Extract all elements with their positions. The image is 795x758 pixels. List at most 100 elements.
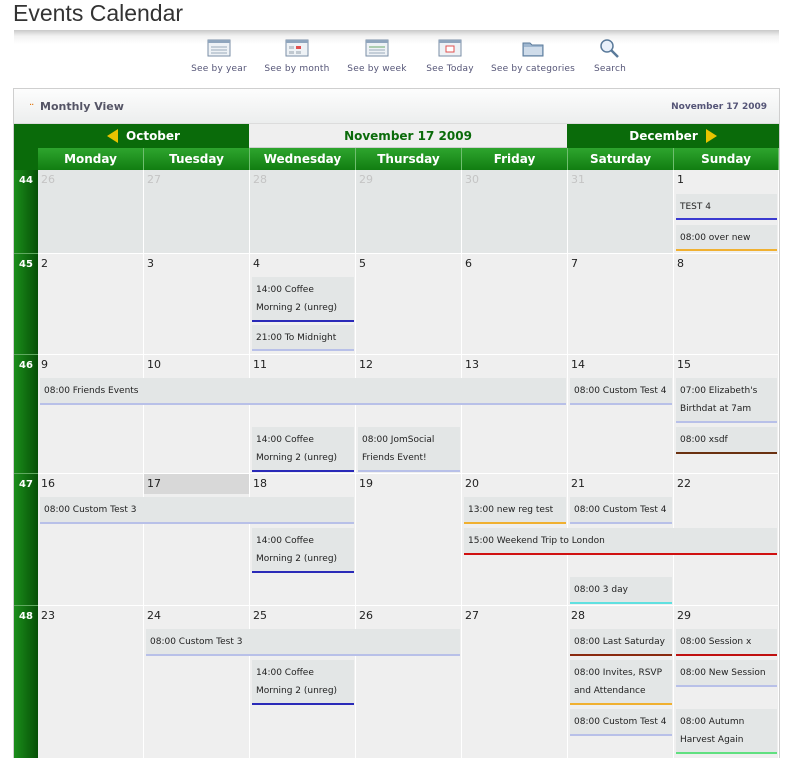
day-number[interactable]: 5 bbox=[359, 257, 366, 270]
calendar-event[interactable]: 08:00 over new year bbox=[676, 225, 777, 251]
day-number[interactable]: 24 bbox=[147, 609, 161, 622]
day-number[interactable]: 13 bbox=[465, 358, 479, 371]
day-number[interactable]: 10 bbox=[147, 358, 161, 371]
day-number[interactable]: 28 bbox=[253, 173, 267, 186]
see-today-button[interactable]: See Today bbox=[405, 38, 495, 74]
day-number[interactable]: 29 bbox=[677, 609, 691, 622]
day-number[interactable]: 16 bbox=[41, 477, 55, 490]
weekday-saturday: Saturday bbox=[568, 148, 674, 170]
day-cell[interactable]: 5 bbox=[356, 254, 462, 355]
see-by-year-button[interactable]: See by year bbox=[174, 38, 264, 74]
calendar-event[interactable]: 08:00 Custom Test 4 bbox=[570, 709, 672, 736]
calendar-event[interactable]: TEST 4 bbox=[676, 194, 777, 220]
search-button[interactable]: Search bbox=[565, 38, 655, 74]
calendar-event[interactable]: 14:00 Coffee Morning 2 (unreg) bbox=[252, 660, 354, 705]
day-number[interactable]: 15 bbox=[677, 358, 691, 371]
week-number[interactable]: 48 bbox=[14, 606, 38, 758]
day-cell[interactable]: 28 bbox=[250, 170, 356, 254]
calendar-event[interactable]: 08:00 Custom Test 4 bbox=[570, 378, 672, 405]
week-number[interactable]: 46 bbox=[14, 355, 38, 474]
day-number[interactable]: 29 bbox=[359, 173, 373, 186]
calendar-today-icon bbox=[438, 39, 462, 57]
day-number[interactable]: 22 bbox=[677, 477, 691, 490]
calendar-event[interactable]: 13:00 new reg test bbox=[464, 497, 566, 524]
week-number[interactable]: 44 bbox=[14, 170, 38, 254]
day-number[interactable]: 26 bbox=[359, 609, 373, 622]
calendar-event[interactable]: 14:00 Coffee Morning 2 (unreg) bbox=[252, 277, 354, 322]
day-cell[interactable]: 3 bbox=[144, 254, 250, 355]
day-number[interactable]: 12 bbox=[359, 358, 373, 371]
calendar-event[interactable]: 08:00 Invites, RSVP and Attendance bbox=[570, 660, 672, 705]
day-number[interactable]: 26 bbox=[41, 173, 55, 186]
day-number[interactable]: 6 bbox=[465, 257, 472, 270]
day-cell[interactable]: 8 bbox=[674, 254, 779, 355]
calendar-event[interactable]: 08:00 Session x bbox=[676, 629, 777, 656]
see-by-month-label: See by month bbox=[264, 64, 330, 74]
day-number[interactable]: 30 bbox=[465, 173, 479, 186]
day-cell[interactable]: 30 bbox=[462, 170, 568, 254]
day-cell[interactable]: 14 bbox=[568, 355, 674, 474]
week-number[interactable]: 47 bbox=[14, 474, 38, 606]
day-cell[interactable]: 6 bbox=[462, 254, 568, 355]
prev-month-label: October bbox=[126, 129, 180, 143]
day-number[interactable]: 3 bbox=[147, 257, 154, 270]
day-number[interactable]: 31 bbox=[571, 173, 585, 186]
day-cell[interactable]: 17 bbox=[144, 474, 250, 606]
arrow-left-icon bbox=[107, 129, 119, 143]
prev-month-link[interactable]: October bbox=[38, 124, 249, 148]
day-cell[interactable]: 9 bbox=[38, 355, 144, 474]
calendar-event[interactable]: 08:00 New Session 2 bbox=[676, 660, 777, 687]
day-cell[interactable]: 10 bbox=[144, 355, 250, 474]
calendar-event[interactable]: 08:00 Last Saturday bbox=[570, 629, 672, 656]
day-cell[interactable]: 23 bbox=[38, 606, 144, 758]
calendar-event[interactable]: 08:00 Custom Test 3 bbox=[146, 629, 460, 656]
see-today-label: See Today bbox=[426, 64, 474, 74]
day-number[interactable]: 27 bbox=[147, 173, 161, 186]
day-number[interactable]: 23 bbox=[41, 609, 55, 622]
monthly-view-date: November 17 2009 bbox=[671, 102, 767, 112]
day-number[interactable]: 8 bbox=[677, 257, 684, 270]
day-cell[interactable]: 27 bbox=[144, 170, 250, 254]
calendar-event[interactable]: 08:00 Custom Test 4 bbox=[570, 497, 672, 524]
calendar-event[interactable]: 14:00 Coffee Morning 2 (unreg) bbox=[252, 528, 354, 573]
day-number[interactable]: 20 bbox=[465, 477, 479, 490]
day-cell[interactable]: 27 bbox=[462, 606, 568, 758]
day-number[interactable]: 11 bbox=[253, 358, 267, 371]
calendar-event[interactable]: 08:00 Friends Events bbox=[40, 378, 566, 405]
day-cell[interactable]: 26 bbox=[38, 170, 144, 254]
calendar-event[interactable]: 07:00 Elizabeth's Birthdat at 7am bbox=[676, 378, 777, 423]
day-number[interactable]: 2 bbox=[41, 257, 48, 270]
day-cell[interactable]: 16 bbox=[38, 474, 144, 606]
calendar-event[interactable]: 08:00 Autumn Harvest Again bbox=[676, 709, 777, 754]
day-number[interactable]: 27 bbox=[465, 609, 479, 622]
day-number[interactable]: 14 bbox=[571, 358, 585, 371]
day-number[interactable]: 28 bbox=[571, 609, 585, 622]
calendar-event[interactable]: 21:00 To Midnight bbox=[252, 325, 354, 351]
calendar-event[interactable]: 14:00 Coffee Morning 2 (unreg) bbox=[252, 427, 354, 472]
calendar-event[interactable]: 08:00 JomSocial Friends Event! bbox=[358, 427, 460, 472]
day-number[interactable]: 1 bbox=[677, 173, 684, 186]
day-cell[interactable]: 13 bbox=[462, 355, 568, 474]
calendar-event[interactable]: 15:00 Weekend Trip to London bbox=[464, 528, 777, 555]
day-cell[interactable]: 7 bbox=[568, 254, 674, 355]
day-number[interactable]: 19 bbox=[359, 477, 373, 490]
week-number[interactable]: 45 bbox=[14, 254, 38, 355]
day-number[interactable]: 7 bbox=[571, 257, 578, 270]
day-number[interactable]: 25 bbox=[253, 609, 267, 622]
day-cell[interactable]: 31 bbox=[568, 170, 674, 254]
see-by-year-label: See by year bbox=[191, 64, 247, 74]
day-cell[interactable]: 29 bbox=[356, 170, 462, 254]
calendar-event[interactable]: 08:00 3 day bbox=[570, 577, 672, 604]
day-cell[interactable]: 2 bbox=[38, 254, 144, 355]
calendar-event[interactable]: 08:00 Custom Test 3 bbox=[40, 497, 354, 524]
day-number[interactable]: 21 bbox=[571, 477, 585, 490]
day-number[interactable]: 4 bbox=[253, 257, 260, 270]
day-number[interactable]: 9 bbox=[41, 358, 48, 371]
calendar-event[interactable]: 08:00 xsdf bbox=[676, 427, 777, 454]
day-cell[interactable]: 19 bbox=[356, 474, 462, 606]
see-by-month-button[interactable]: See by month bbox=[252, 38, 342, 74]
day-number[interactable]: 18 bbox=[253, 477, 267, 490]
weekday-thursday: Thursday bbox=[356, 148, 462, 170]
day-number[interactable]: 17 bbox=[147, 477, 161, 490]
next-month-link[interactable]: December bbox=[567, 124, 779, 148]
